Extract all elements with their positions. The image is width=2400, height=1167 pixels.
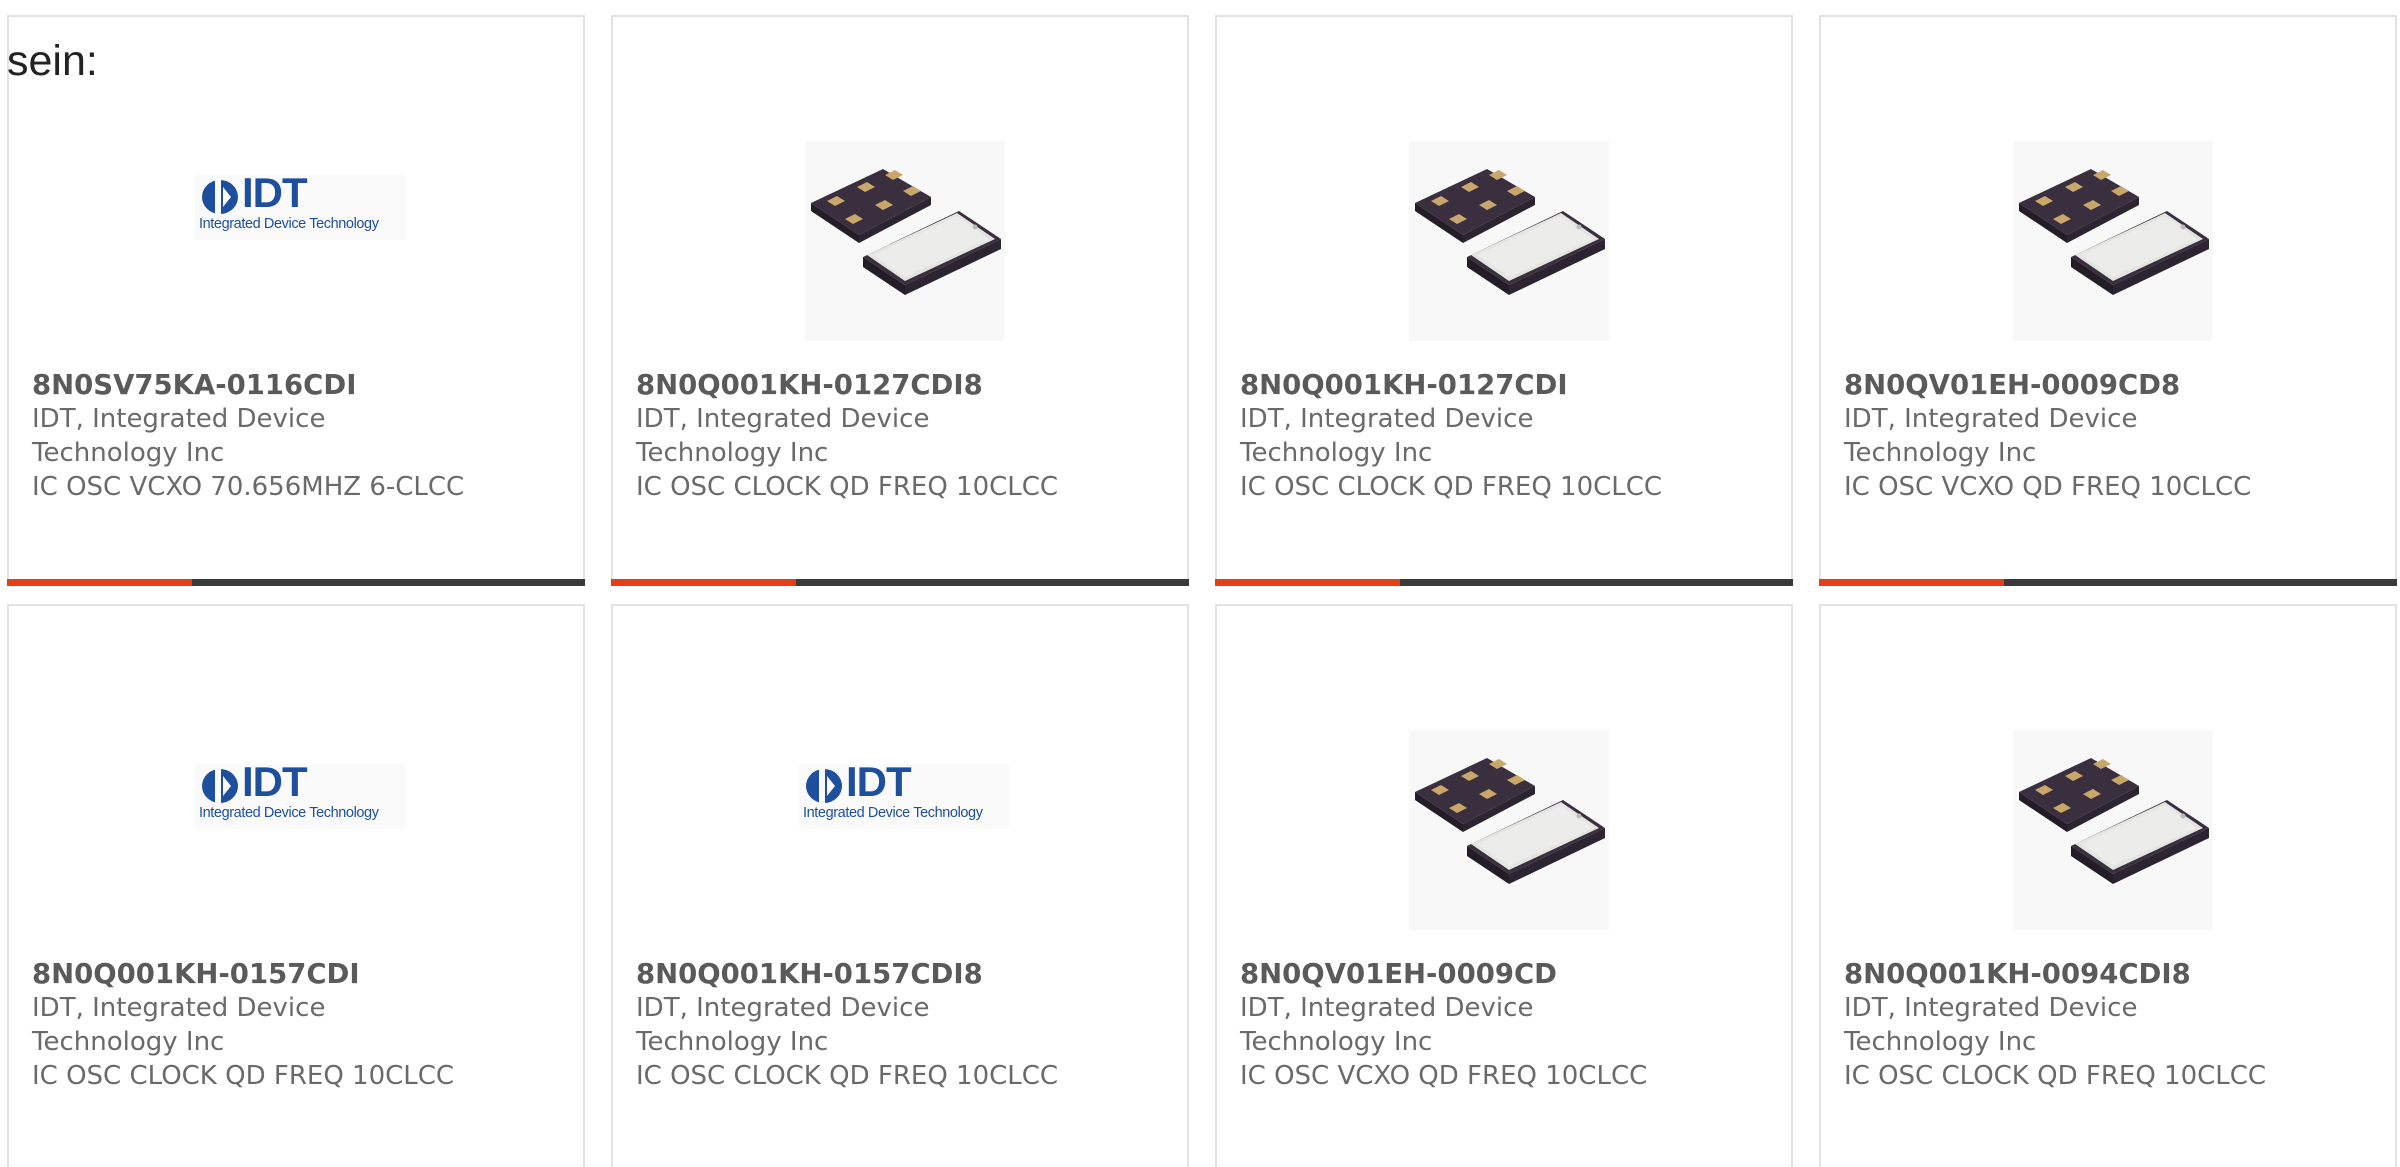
product-info: 8N0Q001KH-0094CDI8 IDT, Integrated Devic… <box>1844 957 2364 1093</box>
manufacturer-name: IDT, Integrated Device Technology Inc <box>32 404 326 468</box>
card-progress-bar <box>611 579 1189 586</box>
part-number-link[interactable]: 8N0Q001KH-0157CDI8 <box>636 957 1156 991</box>
product-image[interactable] <box>613 67 1187 341</box>
logo-wordmark: IDT <box>242 169 308 216</box>
oscillator-chip-photo <box>1409 141 1609 341</box>
oscillator-chip-photo <box>805 141 1005 341</box>
card-progress-fill <box>611 579 796 586</box>
product-image[interactable] <box>1821 656 2395 930</box>
product-grid-page: sein: IDT Integrated Device Technology 8… <box>0 0 2400 1167</box>
product-description: IC OSC VCXO QD FREQ 10CLCC <box>1844 472 2252 502</box>
part-number-link[interactable]: 8N0QV01EH-0009CD8 <box>1844 368 2364 402</box>
manufacturer-name: IDT, Integrated Device Technology Inc <box>636 404 930 468</box>
part-number-link[interactable]: 8N0Q001KH-0127CDI <box>1240 368 1760 402</box>
intro-text: sein: <box>7 37 98 85</box>
logo-wordmark: IDT <box>846 758 912 805</box>
part-number-link[interactable]: 8N0QV01EH-0009CD <box>1240 957 1760 991</box>
idt-logo: IDT Integrated Device Technology <box>799 758 1009 829</box>
product-image[interactable] <box>1821 67 2395 341</box>
product-description: IC OSC CLOCK QD FREQ 10CLCC <box>1240 472 1663 502</box>
product-card[interactable]: 8N0Q001KH-0127CDI8 IDT, Integrated Devic… <box>611 15 1189 586</box>
part-number-link[interactable]: 8N0Q001KH-0157CDI <box>32 957 552 991</box>
logo-tagline: Integrated Device Technology <box>803 805 983 821</box>
manufacturer-name: IDT, Integrated Device Technology Inc <box>32 993 326 1057</box>
manufacturer-name: IDT, Integrated Device Technology Inc <box>1240 404 1534 468</box>
product-description: IC OSC VCXO QD FREQ 10CLCC <box>1240 1061 1648 1091</box>
product-description: IC OSC VCXO 70.656MHZ 6-CLCC <box>32 472 465 502</box>
card-progress-fill <box>1819 579 2004 586</box>
oscillator-chip-photo <box>2013 730 2213 930</box>
product-info: 8N0Q001KH-0157CDI8 IDT, Integrated Devic… <box>636 957 1156 1093</box>
card-progress-bar <box>1215 579 1793 586</box>
product-image[interactable]: IDT Integrated Device Technology <box>613 656 1187 901</box>
product-info: 8N0QV01EH-0009CD IDT, Integrated Device … <box>1240 957 1760 1093</box>
product-info: 8N0Q001KH-0157CDI IDT, Integrated Device… <box>32 957 552 1093</box>
manufacturer-name: IDT, Integrated Device Technology Inc <box>1844 404 2138 468</box>
card-progress-fill <box>7 579 192 586</box>
product-image[interactable] <box>1217 67 1791 341</box>
product-image[interactable]: IDT Integrated Device Technology <box>9 67 583 312</box>
idt-logo-mark-icon <box>806 768 842 804</box>
product-card[interactable]: 8N0QV01EH-0009CD IDT, Integrated Device … <box>1215 604 1793 1167</box>
idt-logo: IDT Integrated Device Technology <box>195 169 405 240</box>
idt-logo-mark-icon <box>202 768 238 804</box>
card-progress-fill <box>1215 579 1400 586</box>
product-description: IC OSC CLOCK QD FREQ 10CLCC <box>636 472 1059 502</box>
logo-tagline: Integrated Device Technology <box>199 805 379 821</box>
product-info: 8N0QV01EH-0009CD8 IDT, Integrated Device… <box>1844 368 2364 504</box>
card-progress-bar <box>7 579 585 586</box>
manufacturer-name: IDT, Integrated Device Technology Inc <box>636 993 930 1057</box>
product-info: 8N0Q001KH-0127CDI IDT, Integrated Device… <box>1240 368 1760 504</box>
part-number-link[interactable]: 8N0Q001KH-0094CDI8 <box>1844 957 2364 991</box>
product-info: 8N0SV75KA-0116CDI IDT, Integrated Device… <box>32 368 552 504</box>
product-description: IC OSC CLOCK QD FREQ 10CLCC <box>1844 1061 2267 1091</box>
product-card[interactable]: 8N0Q001KH-0127CDI IDT, Integrated Device… <box>1215 15 1793 586</box>
product-description: IC OSC CLOCK QD FREQ 10CLCC <box>636 1061 1059 1091</box>
oscillator-chip-photo <box>2013 141 2213 341</box>
part-number-link[interactable]: 8N0Q001KH-0127CDI8 <box>636 368 1156 402</box>
logo-tagline: Integrated Device Technology <box>199 216 379 232</box>
card-progress-bar <box>1819 579 2397 586</box>
product-info: 8N0Q001KH-0127CDI8 IDT, Integrated Devic… <box>636 368 1156 504</box>
product-image[interactable]: IDT Integrated Device Technology <box>9 656 583 901</box>
idt-logo-mark-icon <box>202 179 238 215</box>
part-number-link[interactable]: 8N0SV75KA-0116CDI <box>32 368 552 402</box>
oscillator-chip-photo <box>1409 730 1609 930</box>
product-card[interactable]: IDT Integrated Device Technology 8N0Q001… <box>7 604 585 1167</box>
product-image[interactable] <box>1217 656 1791 930</box>
logo-wordmark: IDT <box>242 758 308 805</box>
product-card[interactable]: IDT Integrated Device Technology 8N0SV75… <box>7 15 585 586</box>
product-card[interactable]: 8N0Q001KH-0094CDI8 IDT, Integrated Devic… <box>1819 604 2397 1167</box>
product-card[interactable]: IDT Integrated Device Technology 8N0Q001… <box>611 604 1189 1167</box>
idt-logo: IDT Integrated Device Technology <box>195 758 405 829</box>
manufacturer-name: IDT, Integrated Device Technology Inc <box>1240 993 1534 1057</box>
manufacturer-name: IDT, Integrated Device Technology Inc <box>1844 993 2138 1057</box>
product-card[interactable]: 8N0QV01EH-0009CD8 IDT, Integrated Device… <box>1819 15 2397 586</box>
product-description: IC OSC CLOCK QD FREQ 10CLCC <box>32 1061 455 1091</box>
